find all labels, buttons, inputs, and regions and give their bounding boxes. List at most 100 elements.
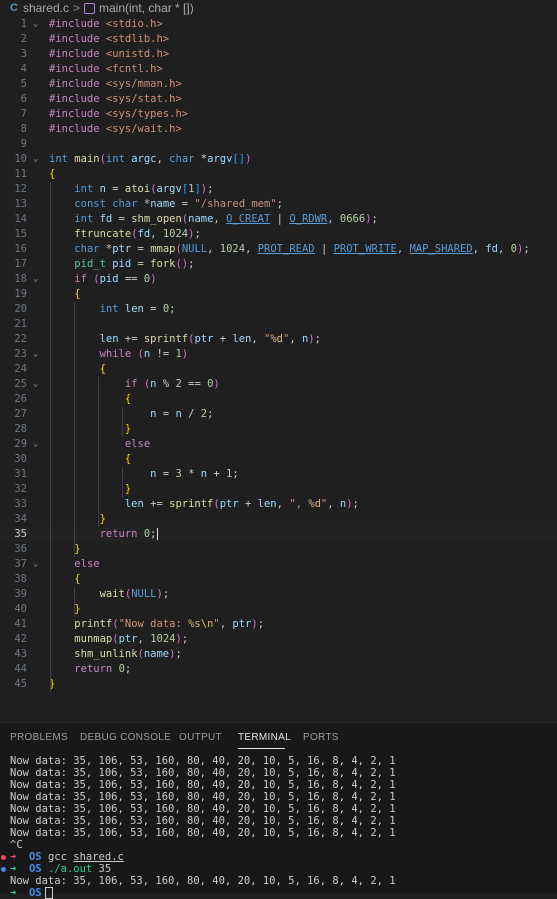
- code-line[interactable]: 8 #include <sys/wait.h>: [0, 122, 557, 137]
- line-number: 5: [20, 78, 27, 90]
- code-line[interactable]: 13 const char *name = "/shared_mem";: [0, 197, 557, 212]
- code-line[interactable]: 23 ⌄ while (n != 1): [0, 347, 557, 362]
- line-number: 28: [14, 423, 27, 435]
- code-text: }: [74, 603, 81, 615]
- terminal-command-line: ➜ OS ./a.out 35: [0, 863, 557, 875]
- code-text: else: [124, 438, 151, 450]
- code-text: #include <sys/mman.h>: [49, 78, 182, 90]
- code-line[interactable]: 30 {: [0, 452, 557, 467]
- code-line[interactable]: 42 munmap(ptr, 1024);: [0, 632, 557, 647]
- code-text: ftruncate(fd, 1024);: [74, 228, 201, 240]
- line-number: 8: [20, 123, 27, 135]
- tab-terminal[interactable]: TERMINAL: [238, 732, 291, 743]
- breadcrumb-symbol[interactable]: main(int, char * []): [99, 1, 194, 15]
- code-line[interactable]: 45}: [0, 677, 557, 692]
- terminal-text: Now data: 35, 106, 53, 160, 80, 40, 20, …: [10, 827, 396, 839]
- terminal-text: Now data: 35, 106, 53, 160, 80, 40, 20, …: [10, 755, 396, 767]
- code-line[interactable]: 27 n = n / 2;: [0, 407, 557, 422]
- code-line[interactable]: 1 ⌄ #include <stdio.h>: [0, 17, 557, 32]
- line-number: 31: [14, 468, 27, 480]
- terminal-output-line: Now data: 35, 106, 53, 160, 80, 40, 20, …: [0, 875, 557, 887]
- code-line[interactable]: 17 pid_t pid = fork();: [0, 257, 557, 272]
- code-text: {: [99, 363, 106, 375]
- fold-chevron-icon[interactable]: ⌄: [33, 17, 43, 32]
- code-text: }: [124, 483, 132, 495]
- code-line[interactable]: 22 len += sprintf(ptr + len, "%d", n);: [0, 332, 557, 347]
- code-line[interactable]: 37 ⌄ else: [0, 557, 557, 572]
- code-text: int fd = shm_open(name, O_CREAT | O_RDWR…: [74, 213, 378, 225]
- code-line[interactable]: 9: [0, 137, 557, 152]
- code-line[interactable]: 12 int n = atoi(argv[1]);: [0, 182, 557, 197]
- command-status-dot-icon[interactable]: [1, 867, 6, 872]
- code-line[interactable]: 26 {: [0, 392, 557, 407]
- terminal-output-line: Now data: 35, 106, 53, 160, 80, 40, 20, …: [0, 791, 557, 803]
- code-line[interactable]: 29 ⌄ else: [0, 437, 557, 452]
- fold-chevron-icon[interactable]: ⌄: [33, 437, 43, 452]
- code-line[interactable]: 5 #include <sys/mman.h>: [0, 77, 557, 92]
- code-text: #include <stdio.h>: [49, 18, 163, 30]
- code-editor[interactable]: 1 ⌄ #include <stdio.h> 2 #include <stdlib.h>…: [0, 16, 557, 706]
- tab-problems[interactable]: PROBLEMS: [10, 732, 68, 743]
- terminal-text: Now data: 35, 106, 53, 160, 80, 40, 20, …: [10, 779, 396, 791]
- breadcrumb-file[interactable]: shared.c: [23, 1, 69, 15]
- code-line[interactable]: 4 #include <fcntl.h>: [0, 62, 557, 77]
- terminal-text: Now data: 35, 106, 53, 160, 80, 40, 20, …: [10, 803, 396, 815]
- terminal-prompt: ➜ OS: [0, 887, 557, 899]
- code-line[interactable]: 39 wait(NULL);: [0, 587, 557, 602]
- code-line[interactable]: 19 {: [0, 287, 557, 302]
- code-line[interactable]: 41 printf("Now data: %s\n", ptr);: [0, 617, 557, 632]
- code-line[interactable]: 7 #include <sys/types.h>: [0, 107, 557, 122]
- code-line[interactable]: 3 #include <unistd.h>: [0, 47, 557, 62]
- command-status-dot-icon[interactable]: [1, 855, 6, 860]
- code-line[interactable]: 25 ⌄ if (n % 2 == 0): [0, 377, 557, 392]
- code-line[interactable]: 10 ⌄ int main(int argc, char *argv[]): [0, 152, 557, 167]
- fold-chevron-icon[interactable]: ⌄: [33, 377, 43, 392]
- fold-chevron-icon[interactable]: ⌄: [33, 272, 43, 287]
- code-line[interactable]: 32 }: [0, 482, 557, 497]
- code-text: while (n != 1): [99, 348, 189, 360]
- line-number: 37: [14, 558, 27, 570]
- code-line[interactable]: 20 int len = 0;: [0, 302, 557, 317]
- code-line[interactable]: 16 char *ptr = mmap(NULL, 1024, PROT_REA…: [0, 242, 557, 257]
- breadcrumb-separator: >: [72, 1, 80, 15]
- line-number: 22: [14, 333, 27, 345]
- code-line[interactable]: 31 n = 3 * n + 1;: [0, 467, 557, 482]
- tab-output[interactable]: OUTPUT: [179, 732, 222, 743]
- fold-chevron-icon[interactable]: ⌄: [33, 347, 43, 362]
- line-number: 14: [14, 213, 27, 225]
- indent-guide: [74, 587, 75, 617]
- code-text: #include <stdlib.h>: [49, 33, 170, 45]
- code-text: }: [74, 543, 81, 555]
- code-line[interactable]: 36 }: [0, 542, 557, 557]
- line-number: 1: [20, 18, 27, 30]
- code-line[interactable]: 15 ftruncate(fd, 1024);: [0, 227, 557, 242]
- code-line[interactable]: 21: [0, 317, 557, 332]
- code-line[interactable]: 28 }: [0, 422, 557, 437]
- code-text: #include <sys/types.h>: [49, 108, 189, 120]
- terminal-text: ➜ OS: [10, 887, 53, 899]
- tab-ports[interactable]: PORTS: [303, 732, 339, 743]
- fold-chevron-icon[interactable]: ⌄: [33, 557, 43, 572]
- code-line[interactable]: 14 int fd = shm_open(name, O_CREAT | O_R…: [0, 212, 557, 227]
- indent-guide: [50, 182, 51, 692]
- line-number: 40: [14, 603, 27, 615]
- line-number: 33: [14, 498, 27, 510]
- fold-chevron-icon[interactable]: ⌄: [33, 152, 43, 167]
- code-line[interactable]: 18 ⌄ if (pid == 0): [0, 272, 557, 287]
- code-line[interactable]: 35 return 0;: [0, 527, 557, 542]
- code-line[interactable]: 24 {: [0, 362, 557, 377]
- code-line[interactable]: 43 shm_unlink(name);: [0, 647, 557, 662]
- code-line[interactable]: 40 }: [0, 602, 557, 617]
- line-number: 6: [20, 93, 27, 105]
- code-line[interactable]: 6 #include <sys/stat.h>: [0, 92, 557, 107]
- code-text: else: [74, 558, 100, 570]
- code-line[interactable]: 11 {: [0, 167, 557, 182]
- line-number: 18: [14, 273, 27, 285]
- code-line[interactable]: 34 }: [0, 512, 557, 527]
- code-line[interactable]: 2 #include <stdlib.h>: [0, 32, 557, 47]
- code-line[interactable]: 38 {: [0, 572, 557, 587]
- line-number: 39: [14, 588, 27, 600]
- tab-debug-console[interactable]: DEBUG CONSOLE: [80, 732, 171, 743]
- code-line[interactable]: 44 return 0;: [0, 662, 557, 677]
- code-line[interactable]: 33 len += sprintf(ptr + len, ", %d", n);: [0, 497, 557, 512]
